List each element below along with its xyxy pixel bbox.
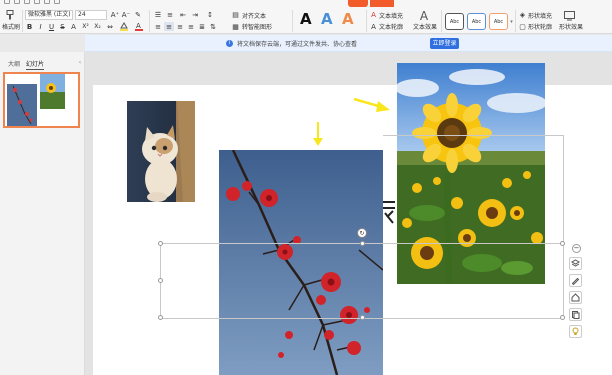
divider — [366, 10, 367, 32]
text-fill-icon[interactable]: A — [369, 10, 378, 20]
shape-effect-icon[interactable] — [563, 10, 575, 21]
format-painter-icon[interactable] — [3, 9, 17, 21]
pen-icon[interactable] — [569, 274, 582, 287]
shape-style-2[interactable]: Abc — [467, 13, 486, 30]
clear-format-icon[interactable]: ✎ — [133, 10, 143, 20]
redo-icon[interactable] — [34, 0, 40, 4]
tab-outline[interactable]: 大纲 — [8, 59, 20, 68]
svg-text:A: A — [136, 22, 141, 30]
shrink-font-icon[interactable]: A⁻ — [121, 10, 131, 20]
app-window: 格式刷 微软雅黑 (正文) 24 A⁺ A⁻ ✎ B I U S A X² X₂… — [0, 0, 612, 375]
tab-slides[interactable]: 幻灯片 — [26, 59, 45, 70]
justify-icon[interactable]: ≡ — [186, 22, 196, 31]
info-icon: i — [226, 40, 233, 47]
strikethrough-button[interactable]: S — [58, 22, 67, 31]
shape-fill-icon[interactable]: ◈ — [518, 10, 527, 20]
login-notice-bar: i 将文档保存云端，可通过文件发共、协心查看 立即登录 — [85, 35, 612, 52]
format-painter-label[interactable]: 格式刷 — [1, 22, 21, 31]
rotate-handle-icon[interactable]: ↻ — [357, 228, 367, 238]
tab-text-tools[interactable] — [370, 0, 394, 7]
text-direction-icon[interactable]: ⇅ — [208, 22, 218, 31]
undo-icon[interactable] — [24, 0, 30, 4]
plum-blossom-image[interactable] — [219, 150, 383, 375]
arrow-down-icon — [313, 122, 323, 146]
quick-access-icon[interactable] — [44, 0, 50, 4]
text-outline-icon[interactable]: A — [369, 22, 378, 31]
layers-icon[interactable] — [569, 257, 582, 270]
align-center-icon[interactable]: ≡ — [164, 22, 174, 31]
bullet-list-icon[interactable]: ☰ — [153, 10, 163, 20]
login-now-button[interactable]: 立即登录 — [430, 38, 459, 49]
text-fill-button[interactable]: 文本填充 — [379, 10, 413, 20]
font-size-select[interactable]: 24 — [75, 10, 107, 20]
bold-button[interactable]: B — [25, 22, 34, 31]
resize-handle-tl[interactable] — [158, 241, 163, 246]
subscript-button[interactable]: X₂ — [92, 22, 103, 31]
shape-outline-icon[interactable]: ▢ — [518, 22, 527, 31]
divider — [515, 10, 516, 32]
line-spacing-icon[interactable]: ↕ — [204, 10, 216, 20]
text-effect-button[interactable]: 文本效果 — [408, 22, 442, 31]
resize-handle-top[interactable] — [360, 241, 365, 246]
shape-effect-button[interactable]: 形状效果 — [554, 22, 588, 31]
divider — [22, 10, 23, 32]
highlight-icon[interactable] — [118, 22, 130, 31]
shape-style-1[interactable]: Abc — [445, 13, 464, 30]
divider — [292, 10, 293, 32]
numbered-list-icon[interactable]: ≡ — [165, 10, 175, 20]
resize-handle-br[interactable] — [560, 315, 565, 320]
decorative-glyph — [381, 197, 397, 227]
divider — [149, 10, 150, 32]
copy-icon[interactable] — [569, 308, 582, 321]
resize-handle-bottom[interactable] — [360, 315, 365, 320]
text-shadow-icon[interactable]: A — [69, 22, 78, 31]
superscript-button[interactable]: X² — [80, 22, 91, 31]
align-text-button[interactable]: 对齐文本 — [242, 10, 282, 20]
save-icon[interactable] — [4, 0, 10, 4]
align-text-icon[interactable]: ▤ — [230, 10, 241, 20]
wordart-style-blue[interactable]: A — [321, 10, 333, 28]
resize-handle-left[interactable] — [158, 278, 163, 283]
print-icon[interactable] — [14, 0, 20, 4]
align-left-icon[interactable]: ≡ — [153, 22, 163, 31]
underline-button[interactable]: U — [47, 22, 56, 31]
resize-handle-bl[interactable] — [158, 315, 163, 320]
ribbon-toolbar: 格式刷 微软雅黑 (正文) 24 A⁺ A⁻ ✎ B I U S A X² X₂… — [0, 7, 612, 34]
shape-style-3[interactable]: Abc — [489, 13, 508, 30]
selection-border-right — [563, 135, 564, 318]
home-icon[interactable] — [569, 291, 582, 304]
styles-more-icon[interactable]: ▾ — [509, 15, 514, 29]
divider — [441, 10, 442, 32]
smartart-icon[interactable]: ▦ — [230, 22, 241, 31]
sunflower-image[interactable] — [397, 63, 545, 284]
distribute-icon[interactable]: ≣ — [197, 22, 207, 31]
font-family-select[interactable]: 微软雅黑 (正文) — [25, 10, 73, 20]
slide-panel: 大纲 幻灯片 ‹ — [0, 52, 85, 375]
grow-font-icon[interactable]: A⁺ — [110, 10, 120, 20]
minus-circle-icon[interactable]: − — [572, 244, 581, 253]
text-effect-icon[interactable]: A — [416, 9, 432, 23]
selection-border-upper — [383, 135, 563, 136]
wordart-style-orange[interactable]: A — [342, 10, 354, 28]
wordart-style-black[interactable]: A — [300, 10, 312, 28]
dropdown-icon[interactable] — [54, 0, 60, 4]
cat-image[interactable] — [127, 101, 195, 202]
lightbulb-icon[interactable] — [569, 325, 582, 338]
font-color-icon[interactable]: A — [133, 22, 145, 31]
arrow-right-icon — [353, 97, 390, 112]
indent-increase-icon[interactable]: ⇥ — [190, 10, 200, 20]
collapse-panel-icon[interactable]: ‹ — [77, 58, 83, 66]
slide-thumbnail-preview — [5, 74, 78, 126]
shape-fill-button[interactable]: 形状填充 — [528, 10, 562, 20]
menu-bar — [0, 0, 612, 7]
convert-smartart-button[interactable]: 转智能图形 — [242, 22, 290, 31]
tab-drawing-tools[interactable] — [348, 0, 368, 7]
indent-decrease-icon[interactable]: ⇤ — [178, 10, 188, 20]
char-spacing-icon[interactable]: ⇔ — [105, 22, 115, 31]
resize-handle-tr[interactable] — [560, 241, 565, 246]
align-right-icon[interactable]: ≡ — [175, 22, 185, 31]
italic-button[interactable]: I — [36, 22, 45, 31]
slide-thumbnail-1[interactable] — [3, 72, 80, 128]
notice-text: 将文档保存云端，可通过文件发共、协心查看 — [237, 41, 358, 48]
